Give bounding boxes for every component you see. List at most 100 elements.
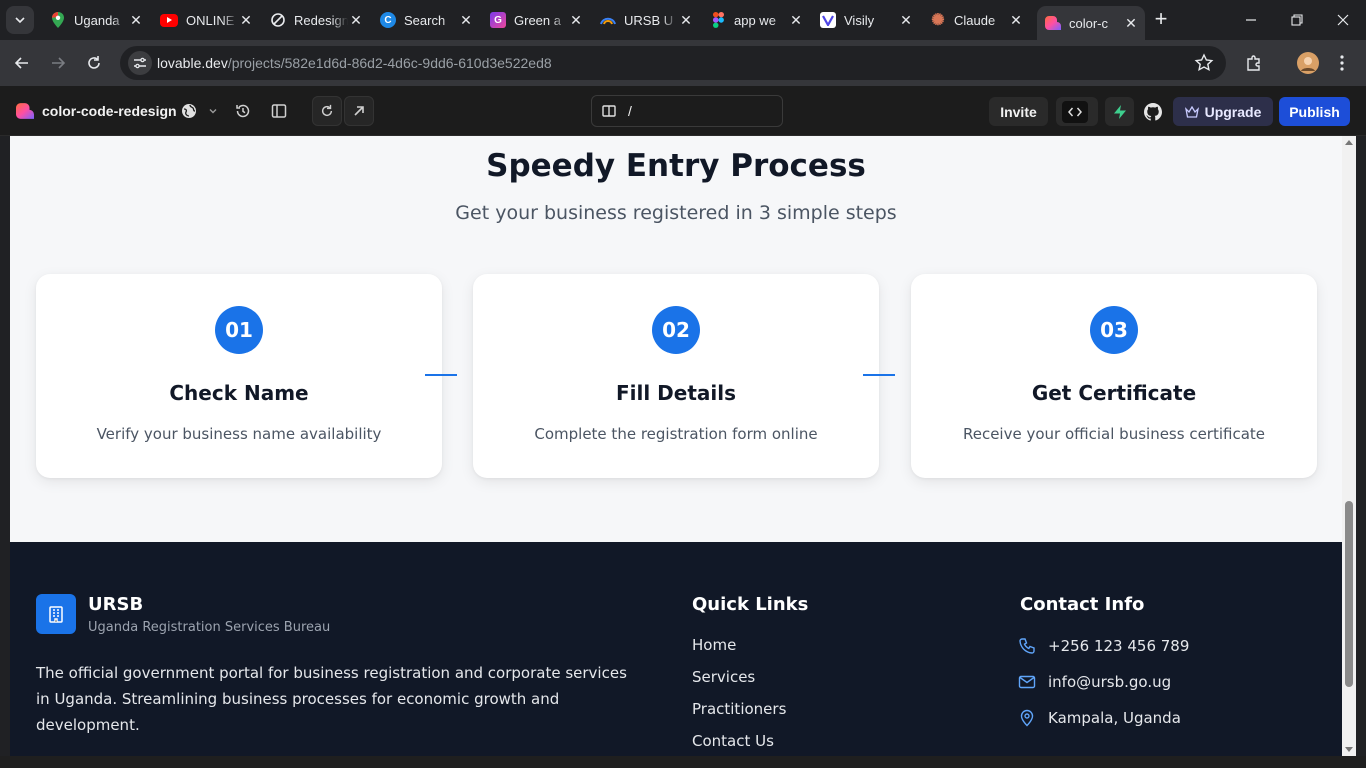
- book-open-icon: [602, 105, 616, 117]
- close-icon[interactable]: ✕: [1008, 12, 1024, 28]
- address-bar[interactable]: lovable.dev/projects/582e1d6d-86d2-4d6c-…: [120, 46, 1226, 80]
- footer-link-home[interactable]: Home: [692, 636, 736, 654]
- open-external-button[interactable]: [344, 96, 374, 126]
- window-close-button[interactable]: [1320, 0, 1366, 40]
- browser-tab[interactable]: ✺ Claude ✕: [922, 7, 1030, 33]
- close-icon[interactable]: ✕: [348, 12, 364, 28]
- gamma-icon: G: [490, 12, 506, 28]
- close-icon[interactable]: ✕: [238, 12, 254, 28]
- step-description: Verify your business name availability: [96, 425, 382, 443]
- sidebar-toggle-icon[interactable]: [268, 100, 290, 122]
- close-icon[interactable]: ✕: [678, 12, 694, 28]
- browser-tab[interactable]: Visily ✕: [812, 7, 920, 33]
- browser-menu-button[interactable]: [1328, 49, 1356, 77]
- close-icon[interactable]: ✕: [128, 12, 144, 28]
- footer-link-contact[interactable]: Contact Us: [692, 732, 774, 750]
- chevron-down-icon: [15, 17, 25, 24]
- footer-brand: URSB: [88, 594, 144, 615]
- footer-link-services[interactable]: Services: [692, 668, 755, 686]
- project-name[interactable]: color-code-redesign: [42, 103, 177, 119]
- step-description: Receive your official business certifica…: [962, 425, 1266, 443]
- mail-icon: [1018, 675, 1036, 689]
- lovable-logo-icon[interactable]: [16, 102, 34, 120]
- browser-tab[interactable]: URSB U ✕: [592, 7, 700, 33]
- footer-brand-subtitle: Uganda Registration Services Bureau: [88, 620, 331, 635]
- close-icon[interactable]: ✕: [458, 12, 474, 28]
- browser-toolbar: lovable.dev/projects/582e1d6d-86d2-4d6c-…: [0, 40, 1366, 86]
- arrow-left-icon: [14, 57, 28, 69]
- map-pin-icon: [1020, 709, 1034, 727]
- crown-icon: [1184, 105, 1199, 118]
- close-icon[interactable]: ✕: [898, 12, 914, 28]
- step-card: 03 Get Certificate Receive your official…: [911, 274, 1317, 478]
- google-maps-icon: [50, 12, 66, 28]
- browser-tab[interactable]: Redesign ✕: [262, 7, 370, 33]
- chevron-down-icon[interactable]: [202, 100, 224, 122]
- minimize-button[interactable]: [1228, 0, 1274, 40]
- site-settings-icon[interactable]: [128, 51, 152, 75]
- browser-tab[interactable]: Uganda ✕: [42, 7, 150, 33]
- step-title: Fill Details: [615, 381, 737, 405]
- restore-button[interactable]: [1274, 0, 1320, 40]
- refresh-preview-button[interactable]: [312, 96, 342, 126]
- extensions-button[interactable]: [1240, 49, 1268, 77]
- browser-tab-active[interactable]: color-c ✕: [1037, 6, 1145, 40]
- preview-path: /: [628, 103, 632, 119]
- back-button[interactable]: [8, 49, 36, 77]
- tab-search-button[interactable]: [6, 6, 34, 34]
- publish-button[interactable]: Publish: [1279, 97, 1350, 126]
- code-view-button[interactable]: [1056, 97, 1098, 126]
- close-icon[interactable]: ✕: [1123, 15, 1139, 31]
- close-icon[interactable]: ✕: [568, 12, 584, 28]
- step-title: Check Name: [169, 381, 309, 405]
- new-tab-button[interactable]: +: [1150, 8, 1172, 30]
- step-number-badge: 02: [652, 306, 700, 354]
- bookmark-star-icon[interactable]: [1194, 53, 1214, 73]
- supabase-button[interactable]: [1105, 97, 1134, 126]
- claude-icon: ✺: [931, 12, 945, 29]
- upgrade-button[interactable]: Upgrade: [1173, 97, 1273, 126]
- tab-title: Visily: [844, 12, 875, 28]
- arrow-right-icon: [52, 57, 66, 69]
- ursb-icon: [600, 12, 616, 28]
- globe-icon[interactable]: [178, 100, 200, 122]
- contact-phone[interactable]: +256 123 456 789: [1018, 635, 1189, 657]
- site-preview: Speedy Entry Process Get your business r…: [10, 136, 1342, 756]
- redesign-icon: [270, 12, 286, 28]
- reload-icon: [321, 104, 333, 117]
- phone-icon: [1019, 638, 1035, 654]
- browser-tab[interactable]: ONLINE ✕: [152, 7, 260, 33]
- github-button[interactable]: [1140, 97, 1166, 126]
- minimize-icon: [1246, 19, 1256, 21]
- close-icon[interactable]: ✕: [788, 12, 804, 28]
- scroll-up-arrow-icon[interactable]: [1345, 140, 1353, 145]
- contact-info-heading: Contact Info: [1020, 594, 1145, 615]
- browser-tab[interactable]: app we ✕: [702, 7, 810, 33]
- close-icon: [1337, 14, 1349, 26]
- footer-link-practitioners[interactable]: Practitioners: [692, 700, 786, 718]
- step-connector: [425, 374, 457, 376]
- scrollbar-thumb[interactable]: [1345, 501, 1353, 687]
- contact-email[interactable]: info@ursb.go.ug: [1018, 671, 1171, 693]
- preview-scrollbar[interactable]: [1342, 136, 1356, 756]
- restore-icon: [1291, 14, 1303, 26]
- browser-tab[interactable]: C Search ✕: [372, 7, 480, 33]
- browser-tab[interactable]: G Green a ✕: [482, 7, 590, 33]
- building-icon: [36, 594, 76, 634]
- bottom-edge: [0, 756, 1366, 768]
- reload-button[interactable]: [80, 49, 108, 77]
- forward-button[interactable]: [44, 49, 72, 77]
- url-text: lovable.dev/projects/582e1d6d-86d2-4d6c-…: [157, 55, 552, 71]
- puzzle-icon: [1247, 55, 1260, 71]
- history-icon[interactable]: [232, 100, 254, 122]
- preview-path-input[interactable]: /: [591, 95, 783, 127]
- phone-number: +256 123 456 789: [1048, 637, 1190, 655]
- tab-title: Redesign: [294, 12, 348, 28]
- scroll-down-arrow-icon[interactable]: [1345, 747, 1353, 752]
- invite-button[interactable]: Invite: [989, 97, 1048, 126]
- tab-title: app we: [734, 12, 776, 28]
- profile-avatar[interactable]: [1294, 49, 1322, 77]
- tab-title: Claude: [954, 12, 996, 28]
- canva-icon: C: [380, 12, 396, 28]
- section-title: Speedy Entry Process: [486, 148, 866, 184]
